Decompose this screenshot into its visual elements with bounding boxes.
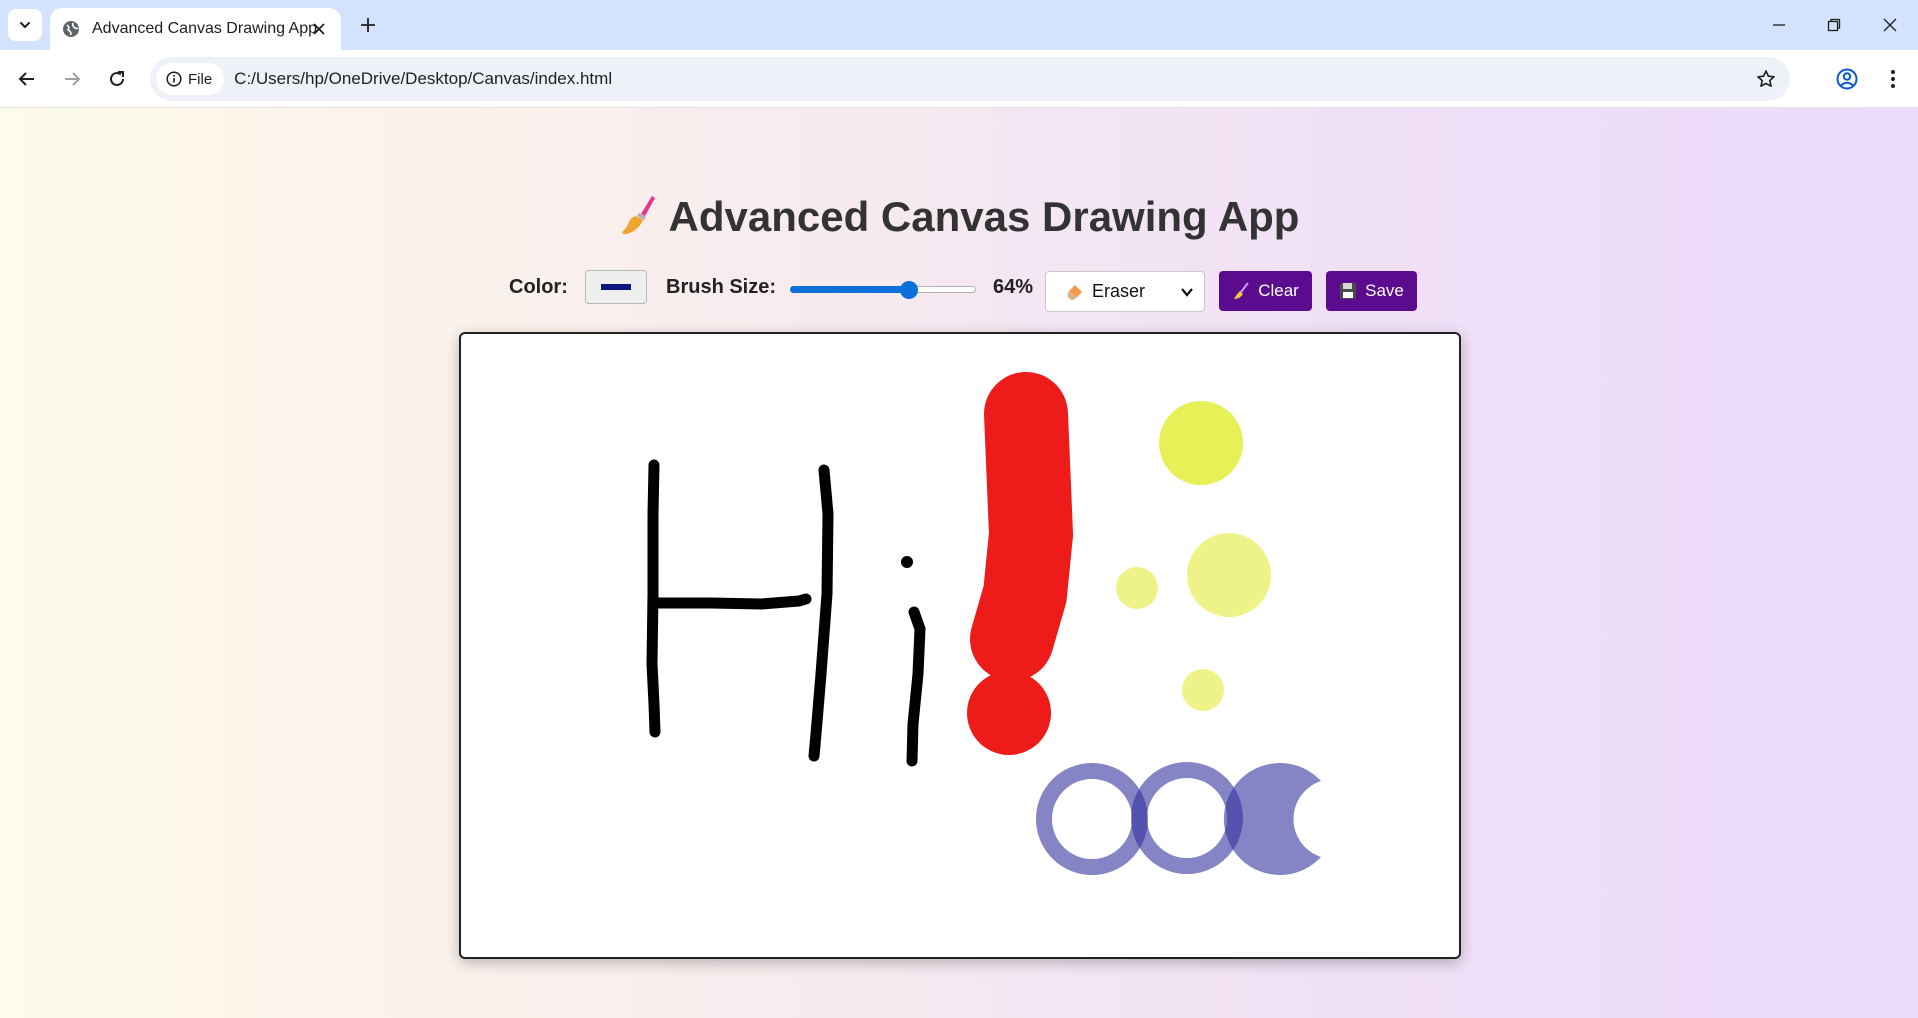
- close-icon: [1883, 18, 1897, 32]
- brush-size-label: Brush Size:: [666, 276, 777, 298]
- slider-fill: [790, 286, 909, 293]
- tab-title: Advanced Canvas Drawing App: [92, 20, 318, 37]
- minimize-icon: [1773, 24, 1785, 26]
- tab-close-button[interactable]: [307, 17, 331, 41]
- browser-toolbar: File C:/Users/hp/OneDrive/Desktop/Canvas…: [0, 50, 1918, 108]
- restore-button[interactable]: [1806, 0, 1862, 50]
- clear-button[interactable]: Clear: [1219, 271, 1312, 311]
- page-title: Advanced Canvas Drawing App: [0, 193, 1918, 246]
- account-circle-icon: [1836, 68, 1858, 90]
- arrow-right-icon: [65, 72, 81, 86]
- floppy-disk-icon: [1340, 283, 1357, 299]
- drawn-exclamation: [967, 372, 1074, 755]
- brush-size-slider[interactable]: [790, 281, 976, 299]
- color-picker[interactable]: [585, 270, 647, 304]
- save-button-label: Save: [1365, 281, 1404, 300]
- bookmark-button[interactable]: [1752, 65, 1780, 93]
- chevron-down-icon: [20, 22, 30, 29]
- profile-button[interactable]: [1828, 60, 1866, 98]
- more-vert-icon: [1891, 70, 1895, 88]
- info-icon: [166, 71, 182, 87]
- drawn-letter-i: [901, 556, 926, 767]
- broom-icon: [1234, 282, 1249, 299]
- drawn-letter-h: [646, 459, 834, 762]
- page-content: Advanced Canvas Drawing App Color: Brush…: [0, 108, 1918, 1018]
- tool-select[interactable]: Eraser: [1045, 271, 1205, 312]
- close-icon: [313, 23, 325, 35]
- drawn-rings: [1036, 762, 1321, 875]
- star-icon: [1757, 70, 1775, 87]
- drawn-yellow-dots: [1116, 401, 1271, 711]
- tool-select-value: Eraser: [1092, 281, 1146, 301]
- paintbrush-icon: [619, 194, 655, 246]
- globe-icon: [63, 21, 79, 37]
- minimize-button[interactable]: [1751, 0, 1807, 50]
- browser-tabstrip: Advanced Canvas Drawing App: [0, 0, 1918, 50]
- eraser-icon: [1067, 284, 1082, 300]
- reload-button[interactable]: [98, 60, 136, 98]
- site-info-chip[interactable]: File: [156, 63, 225, 95]
- new-tab-button[interactable]: [352, 9, 384, 41]
- browser-menu-button[interactable]: [1874, 60, 1912, 98]
- color-swatch: [601, 284, 631, 290]
- brush-size-value: 64%: [993, 276, 1034, 298]
- chevron-down-icon: [1181, 288, 1193, 297]
- tab-search-button[interactable]: [8, 9, 42, 41]
- back-button[interactable]: [8, 60, 46, 98]
- canvas-drawing: [646, 372, 1321, 875]
- arrow-left-icon: [18, 72, 34, 86]
- color-label: Color:: [509, 276, 568, 298]
- site-info-label: File: [188, 70, 213, 88]
- slider-thumb[interactable]: [900, 281, 918, 299]
- address-bar[interactable]: File C:/Users/hp/OneDrive/Desktop/Canvas…: [150, 57, 1790, 101]
- url-text: C:/Users/hp/OneDrive/Desktop/Canvas/inde…: [234, 69, 613, 88]
- drawing-canvas[interactable]: [459, 332, 1461, 959]
- reload-icon: [110, 71, 124, 86]
- plus-icon: [361, 18, 375, 32]
- clear-button-label: Clear: [1258, 281, 1299, 300]
- forward-button[interactable]: [53, 60, 91, 98]
- page-title-text: Advanced Canvas Drawing App: [668, 193, 1300, 240]
- save-button[interactable]: Save: [1326, 271, 1417, 311]
- browser-tab-active[interactable]: Advanced Canvas Drawing App: [50, 8, 341, 50]
- close-window-button[interactable]: [1862, 0, 1918, 50]
- restore-icon: [1827, 18, 1841, 32]
